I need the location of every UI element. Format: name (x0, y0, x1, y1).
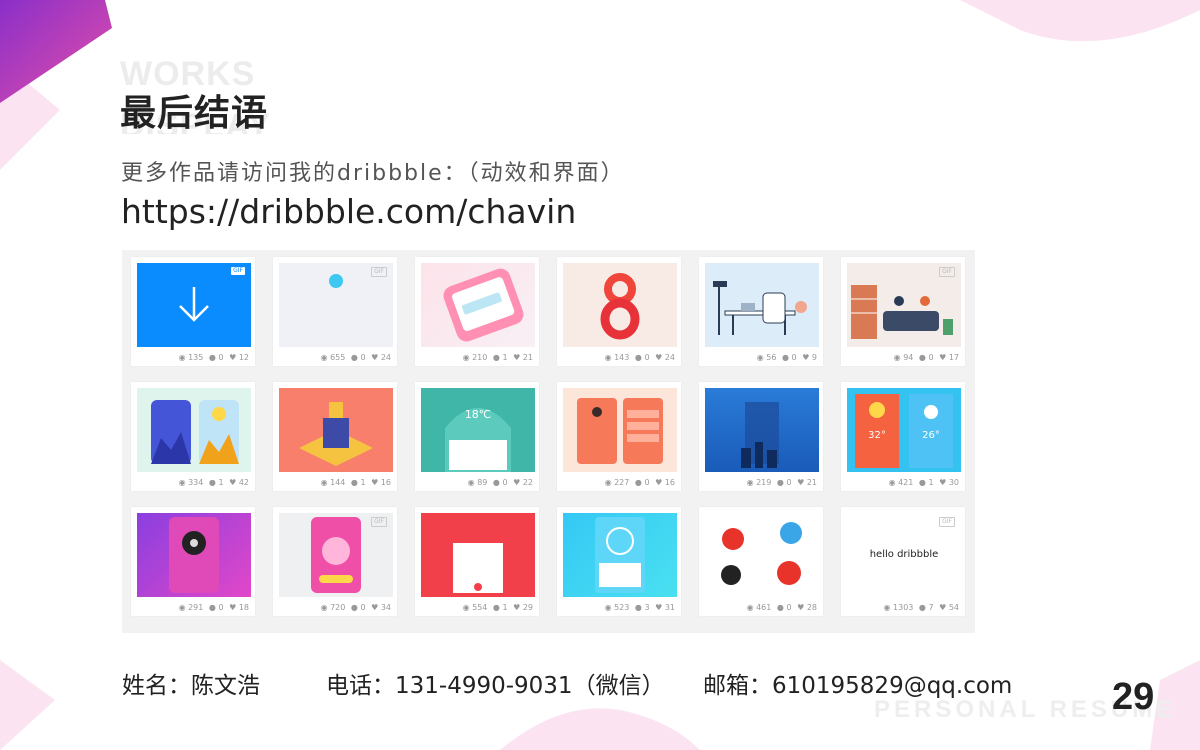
card-stats: ◉ 291 ● 0 ♥ 18 (178, 603, 249, 612)
contact-name: 姓名：陈文浩 (122, 673, 260, 699)
day-night-cards-icon (151, 400, 239, 464)
gif-badge: GIF (939, 517, 955, 527)
work-card[interactable]: GIF ◉ 135 ● 0 ♥ 12 (131, 257, 255, 366)
work-thumbnail (137, 388, 251, 472)
card-stats: ◉ 655 ● 0 ♥ 24 (320, 353, 391, 362)
weather-app-icon: 18℃ (445, 408, 511, 472)
page-title: 最后结语 (120, 93, 269, 134)
work-card[interactable]: ◉ 523 ● 3 ♥ 31 (557, 507, 681, 616)
desk-illustration-icon (713, 281, 807, 335)
svg-text:32°: 32° (868, 430, 886, 441)
work-thumbnail (705, 263, 819, 347)
calendar-app-icon (453, 543, 503, 593)
views-count: ◉ 135 (178, 353, 204, 362)
page-number: 29 (1112, 676, 1155, 718)
weather-cards-icon: 32° 26° (855, 394, 953, 468)
work-thumbnail (421, 263, 535, 347)
card-stats: ◉ 210 ● 1 ♥ 21 (462, 353, 533, 362)
card-stats: ◉ 1303 ● 7 ♥ 54 (883, 603, 959, 612)
work-thumbnail (279, 388, 393, 472)
card-stats: ◉ 421 ● 1 ♥ 30 (888, 478, 959, 487)
work-thumbnail: hello dribbble GIF (847, 513, 961, 597)
work-thumbnail: 18℃ (421, 388, 535, 472)
comments-count: ● 0 (208, 353, 224, 362)
svg-text:26°: 26° (922, 430, 940, 441)
work-card[interactable]: hello dribbble GIF ◉ 1303 ● 7 ♥ 54 (841, 507, 965, 616)
music-player-icon (169, 517, 219, 593)
work-thumbnail: 32° 26° (847, 388, 961, 472)
work-thumbnail (563, 388, 677, 472)
work-card[interactable]: ◉ 56 ● 0 ♥ 9 (699, 257, 823, 366)
work-card[interactable]: ◉ 554 ● 1 ♥ 29 (415, 507, 539, 616)
card-stats: ◉ 56 ● 0 ♥ 9 (756, 353, 817, 362)
work-card[interactable]: ◉ 334 ● 1 ♥ 42 (131, 382, 255, 491)
card-stats: ◉ 89 ● 0 ♥ 22 (467, 478, 533, 487)
work-thumbnail: GIF (279, 513, 393, 597)
dribbble-link[interactable]: https://dribbble.com/chavin (121, 192, 576, 231)
timer-app-icon (595, 517, 645, 593)
work-thumbnail: GIF (279, 263, 393, 347)
angry-birds-stickers-icon (721, 522, 802, 585)
card-stats: ◉ 523 ● 3 ♥ 31 (604, 603, 675, 612)
work-card[interactable]: 32° 26° ◉ 421 ● 1 ♥ 30 (841, 382, 965, 491)
gif-badge: GIF (939, 267, 955, 277)
decor-bottom-center (500, 708, 700, 750)
work-card[interactable]: ◉ 227 ● 0 ♥ 16 (557, 382, 681, 491)
contact-email[interactable]: 邮箱：610195829@qq.com (703, 666, 1012, 700)
gif-badge: GIF (231, 267, 245, 275)
phone-mockup-icon (443, 268, 524, 342)
likes-count: ♥ 12 (229, 353, 249, 362)
card-stats: ◉ 135 ● 0 ♥ 12 (176, 353, 249, 362)
decor-top-left (0, 0, 112, 170)
work-card[interactable]: ◉ 210 ● 1 ♥ 21 (415, 257, 539, 366)
svg-text:18℃: 18℃ (465, 408, 491, 421)
card-stats: ◉ 143 ● 0 ♥ 24 (604, 353, 675, 362)
work-thumbnail (705, 513, 819, 597)
work-card[interactable]: ◉ 461 ● 0 ♥ 28 (699, 507, 823, 616)
work-card[interactable]: GIF ◉ 720 ● 0 ♥ 34 (273, 507, 397, 616)
work-thumbnail (563, 513, 677, 597)
card-stats: ◉ 334 ● 1 ♥ 42 (178, 478, 249, 487)
isometric-tower-icon (299, 402, 373, 466)
card-stats: ◉ 94 ● 0 ♥ 17 (893, 353, 959, 362)
gif-badge: GIF (371, 517, 387, 527)
work-card[interactable]: ◉ 144 ● 1 ♥ 16 (273, 382, 397, 491)
city-skyline-icon (741, 402, 779, 468)
contacts-app-icon (577, 398, 663, 464)
card-stats: ◉ 219 ● 0 ♥ 21 (746, 478, 817, 487)
page-subtitle: 更多作品请访问我的dribbble：（动效和界面） (121, 161, 625, 186)
work-card[interactable]: 18℃ ◉ 89 ● 0 ♥ 22 (415, 382, 539, 491)
decor-top-right (960, 0, 1200, 42)
decor-bottom-left (0, 660, 55, 750)
work-card[interactable]: ◉ 143 ● 0 ♥ 24 (557, 257, 681, 366)
work-card[interactable]: GIF ◉ 94 ● 0 ♥ 17 (841, 257, 965, 366)
hello-dribbble-text: hello dribbble (869, 549, 939, 560)
works-gallery: GIF ◉ 135 ● 0 ♥ 12 GIF ◉ 655 ● 0 ♥ 24 ◉ (122, 250, 975, 633)
card-stats: ◉ 461 ● 0 ♥ 28 (746, 603, 817, 612)
work-card[interactable]: GIF ◉ 655 ● 0 ♥ 24 (273, 257, 397, 366)
work-card[interactable]: ◉ 291 ● 0 ♥ 18 (131, 507, 255, 616)
card-stats: ◉ 144 ● 1 ♥ 16 (320, 478, 391, 487)
card-stats: ◉ 554 ● 1 ♥ 29 (462, 603, 533, 612)
contact-phone: 电话：131-4990-9031（微信） (326, 673, 665, 699)
gif-badge: GIF (371, 267, 387, 277)
work-thumbnail (421, 513, 535, 597)
download-arrow-icon (179, 287, 209, 322)
work-thumbnail (705, 388, 819, 472)
work-thumbnail: GIF (137, 263, 251, 347)
work-thumbnail (137, 513, 251, 597)
work-thumbnail (563, 263, 677, 347)
work-thumbnail: GIF (847, 263, 961, 347)
work-card[interactable]: ◉ 219 ● 0 ♥ 21 (699, 382, 823, 491)
card-stats: ◉ 720 ● 0 ♥ 34 (320, 603, 391, 612)
card-stats: ◉ 227 ● 0 ♥ 16 (604, 478, 675, 487)
number-eight-icon (600, 273, 640, 340)
